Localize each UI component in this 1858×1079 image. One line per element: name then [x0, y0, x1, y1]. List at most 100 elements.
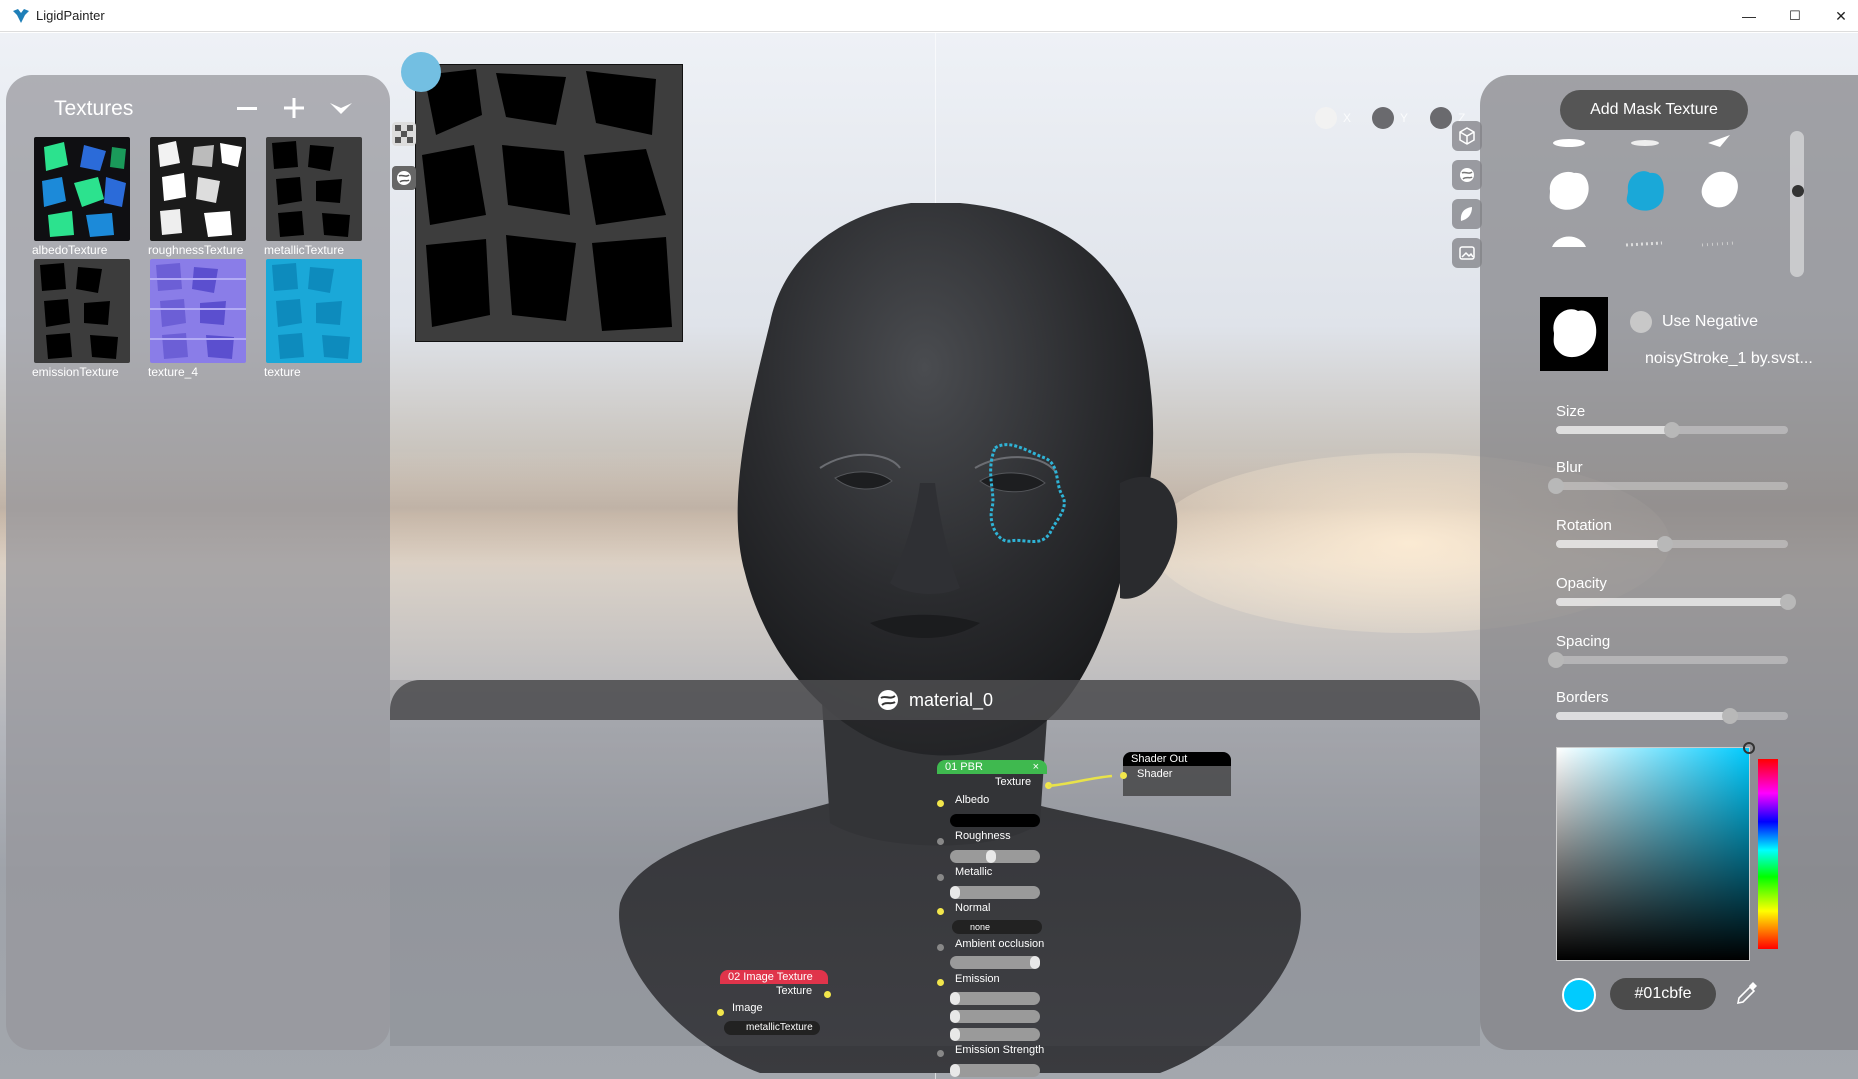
- add-mask-texture-button[interactable]: Add Mask Texture: [1560, 90, 1748, 130]
- shader-input-label: Shader: [1137, 768, 1173, 780]
- texture-item-albedo[interactable]: albedoTexture: [32, 137, 142, 257]
- slider-knob[interactable]: [1657, 536, 1674, 552]
- texture-item-metallic[interactable]: metallicTexture: [264, 137, 374, 257]
- roughness-pin[interactable]: [937, 838, 944, 845]
- checkerboard-icon: [395, 125, 413, 143]
- slider-knob[interactable]: [1664, 422, 1680, 438]
- add-texture-button[interactable]: [279, 93, 309, 123]
- slider-knob[interactable]: [1548, 478, 1564, 494]
- slider-track[interactable]: [1548, 478, 1788, 494]
- emission-b-slider[interactable]: [950, 1028, 1040, 1041]
- opacity-slider[interactable]: Opacity: [1556, 575, 1796, 610]
- emission-pin[interactable]: [937, 979, 944, 986]
- texture-item-emission[interactable]: emissionTexture: [32, 259, 142, 379]
- metallic-pin[interactable]: [937, 874, 944, 881]
- image-texture-output-pin[interactable]: [824, 991, 831, 998]
- pbr-node-header[interactable]: 01 PBR ×: [937, 760, 1047, 774]
- image-view-button[interactable]: [1452, 238, 1482, 268]
- brush-mask-item-selected[interactable]: [1616, 161, 1674, 219]
- scrollbar-knob[interactable]: [1792, 185, 1804, 197]
- slider-knob[interactable]: [1780, 594, 1796, 610]
- maximize-button[interactable]: ☐: [1772, 0, 1818, 32]
- color-picker-hue-bar[interactable]: [1758, 759, 1778, 949]
- texture-item-texture[interactable]: texture: [264, 259, 374, 379]
- shader-input-pin[interactable]: [1120, 772, 1127, 779]
- brush-mask-item[interactable]: [1690, 161, 1748, 219]
- texture-item-texture-4[interactable]: texture_4: [148, 259, 258, 379]
- emission-g-slider[interactable]: [950, 1010, 1040, 1023]
- sphere-toggle-button[interactable]: [392, 166, 416, 190]
- texture-options-button[interactable]: [326, 93, 356, 123]
- current-color-swatch[interactable]: [1562, 978, 1596, 1012]
- texture-item-roughness[interactable]: roughnessTexture: [148, 137, 258, 257]
- emission-strength-knob[interactable]: [950, 1064, 960, 1077]
- slider-track[interactable]: [1556, 536, 1788, 552]
- slider-track[interactable]: [1556, 594, 1796, 610]
- eyedropper-button[interactable]: [1732, 977, 1762, 1009]
- slider-knob[interactable]: [1548, 652, 1564, 668]
- borders-slider[interactable]: Borders: [1556, 689, 1788, 724]
- slider-track[interactable]: [1556, 422, 1788, 438]
- slider-knob[interactable]: [1722, 708, 1738, 724]
- pbr-node[interactable]: 01 PBR ×: [937, 760, 1047, 774]
- axis-y-dot[interactable]: [1372, 107, 1394, 129]
- texture-preview[interactable]: [415, 64, 683, 342]
- close-icon[interactable]: ×: [1033, 760, 1039, 774]
- emission-strength-pin[interactable]: [937, 1050, 944, 1057]
- metallic-slider[interactable]: [950, 886, 1040, 899]
- plus-icon: [284, 98, 304, 118]
- brush-mask-item[interactable]: [1540, 229, 1598, 287]
- axis-x-dot[interactable]: [1315, 107, 1337, 129]
- metallic-slider-knob[interactable]: [950, 886, 960, 899]
- cube-view-button[interactable]: [1452, 121, 1482, 151]
- hex-color-input[interactable]: #01cbfe: [1610, 978, 1716, 1010]
- brush-grid-scrollbar[interactable]: [1790, 131, 1804, 277]
- albedo-color-field[interactable]: [950, 814, 1040, 827]
- axis-y[interactable]: Y: [1372, 107, 1408, 129]
- slider-track[interactable]: [1548, 652, 1788, 668]
- roughness-slider-knob[interactable]: [986, 850, 996, 863]
- normal-pin[interactable]: [937, 908, 944, 915]
- emission-b-knob[interactable]: [950, 1028, 960, 1041]
- ambient-occlusion-pin[interactable]: [937, 944, 944, 951]
- ambient-occlusion-slider[interactable]: [950, 956, 1040, 969]
- spacing-slider[interactable]: Spacing: [1548, 633, 1788, 668]
- emission-r-knob[interactable]: [950, 992, 960, 1005]
- axis-z-dot[interactable]: [1430, 107, 1452, 129]
- brush-mask-item[interactable]: [1616, 133, 1674, 153]
- brush-mask-item[interactable]: [1540, 133, 1598, 153]
- albedo-pin[interactable]: [937, 800, 944, 807]
- color-picker-knob[interactable]: [1743, 742, 1755, 754]
- use-negative-toggle[interactable]: [1630, 311, 1652, 333]
- emission-g-knob[interactable]: [950, 1010, 960, 1023]
- image-texture-node[interactable]: 02 Image Texture: [720, 970, 828, 984]
- remove-texture-button[interactable]: [232, 93, 262, 123]
- color-picker-saturation-value[interactable]: [1556, 742, 1755, 961]
- axis-x[interactable]: X: [1315, 107, 1351, 129]
- checker-toggle-button[interactable]: [392, 122, 416, 146]
- size-slider[interactable]: Size: [1556, 403, 1788, 438]
- shader-out-header[interactable]: Shader Out: [1123, 752, 1231, 766]
- roughness-slider[interactable]: [950, 850, 1040, 863]
- brush-mask-item[interactable]: [1690, 229, 1748, 287]
- rotation-slider[interactable]: Rotation: [1556, 517, 1788, 552]
- leaf-view-button[interactable]: [1452, 199, 1482, 229]
- emission-strength-slider[interactable]: [950, 1064, 1040, 1077]
- image-texture-header[interactable]: 02 Image Texture: [720, 970, 828, 984]
- emission-r-slider[interactable]: [950, 992, 1040, 1005]
- close-button[interactable]: ✕: [1818, 0, 1858, 32]
- blur-slider[interactable]: Blur: [1548, 459, 1788, 494]
- sphere-view-button[interactable]: [1452, 160, 1482, 190]
- image-texture-field[interactable]: metallicTexture: [724, 1021, 820, 1035]
- normal-texture-field[interactable]: none: [952, 920, 1042, 934]
- minimize-button[interactable]: —: [1726, 0, 1772, 32]
- ambient-occlusion-slider-knob[interactable]: [1030, 956, 1040, 969]
- slider-track[interactable]: [1556, 708, 1788, 724]
- image-input-pin[interactable]: [717, 1009, 724, 1016]
- shader-out-node[interactable]: Shader Out Shader: [1123, 752, 1231, 796]
- brush-mask-item[interactable]: [1690, 133, 1748, 153]
- brush-mask-item[interactable]: [1540, 161, 1598, 219]
- node-editor[interactable]: [390, 680, 1480, 1046]
- preview-color-dot[interactable]: [401, 52, 441, 92]
- brush-mask-item[interactable]: [1616, 229, 1674, 287]
